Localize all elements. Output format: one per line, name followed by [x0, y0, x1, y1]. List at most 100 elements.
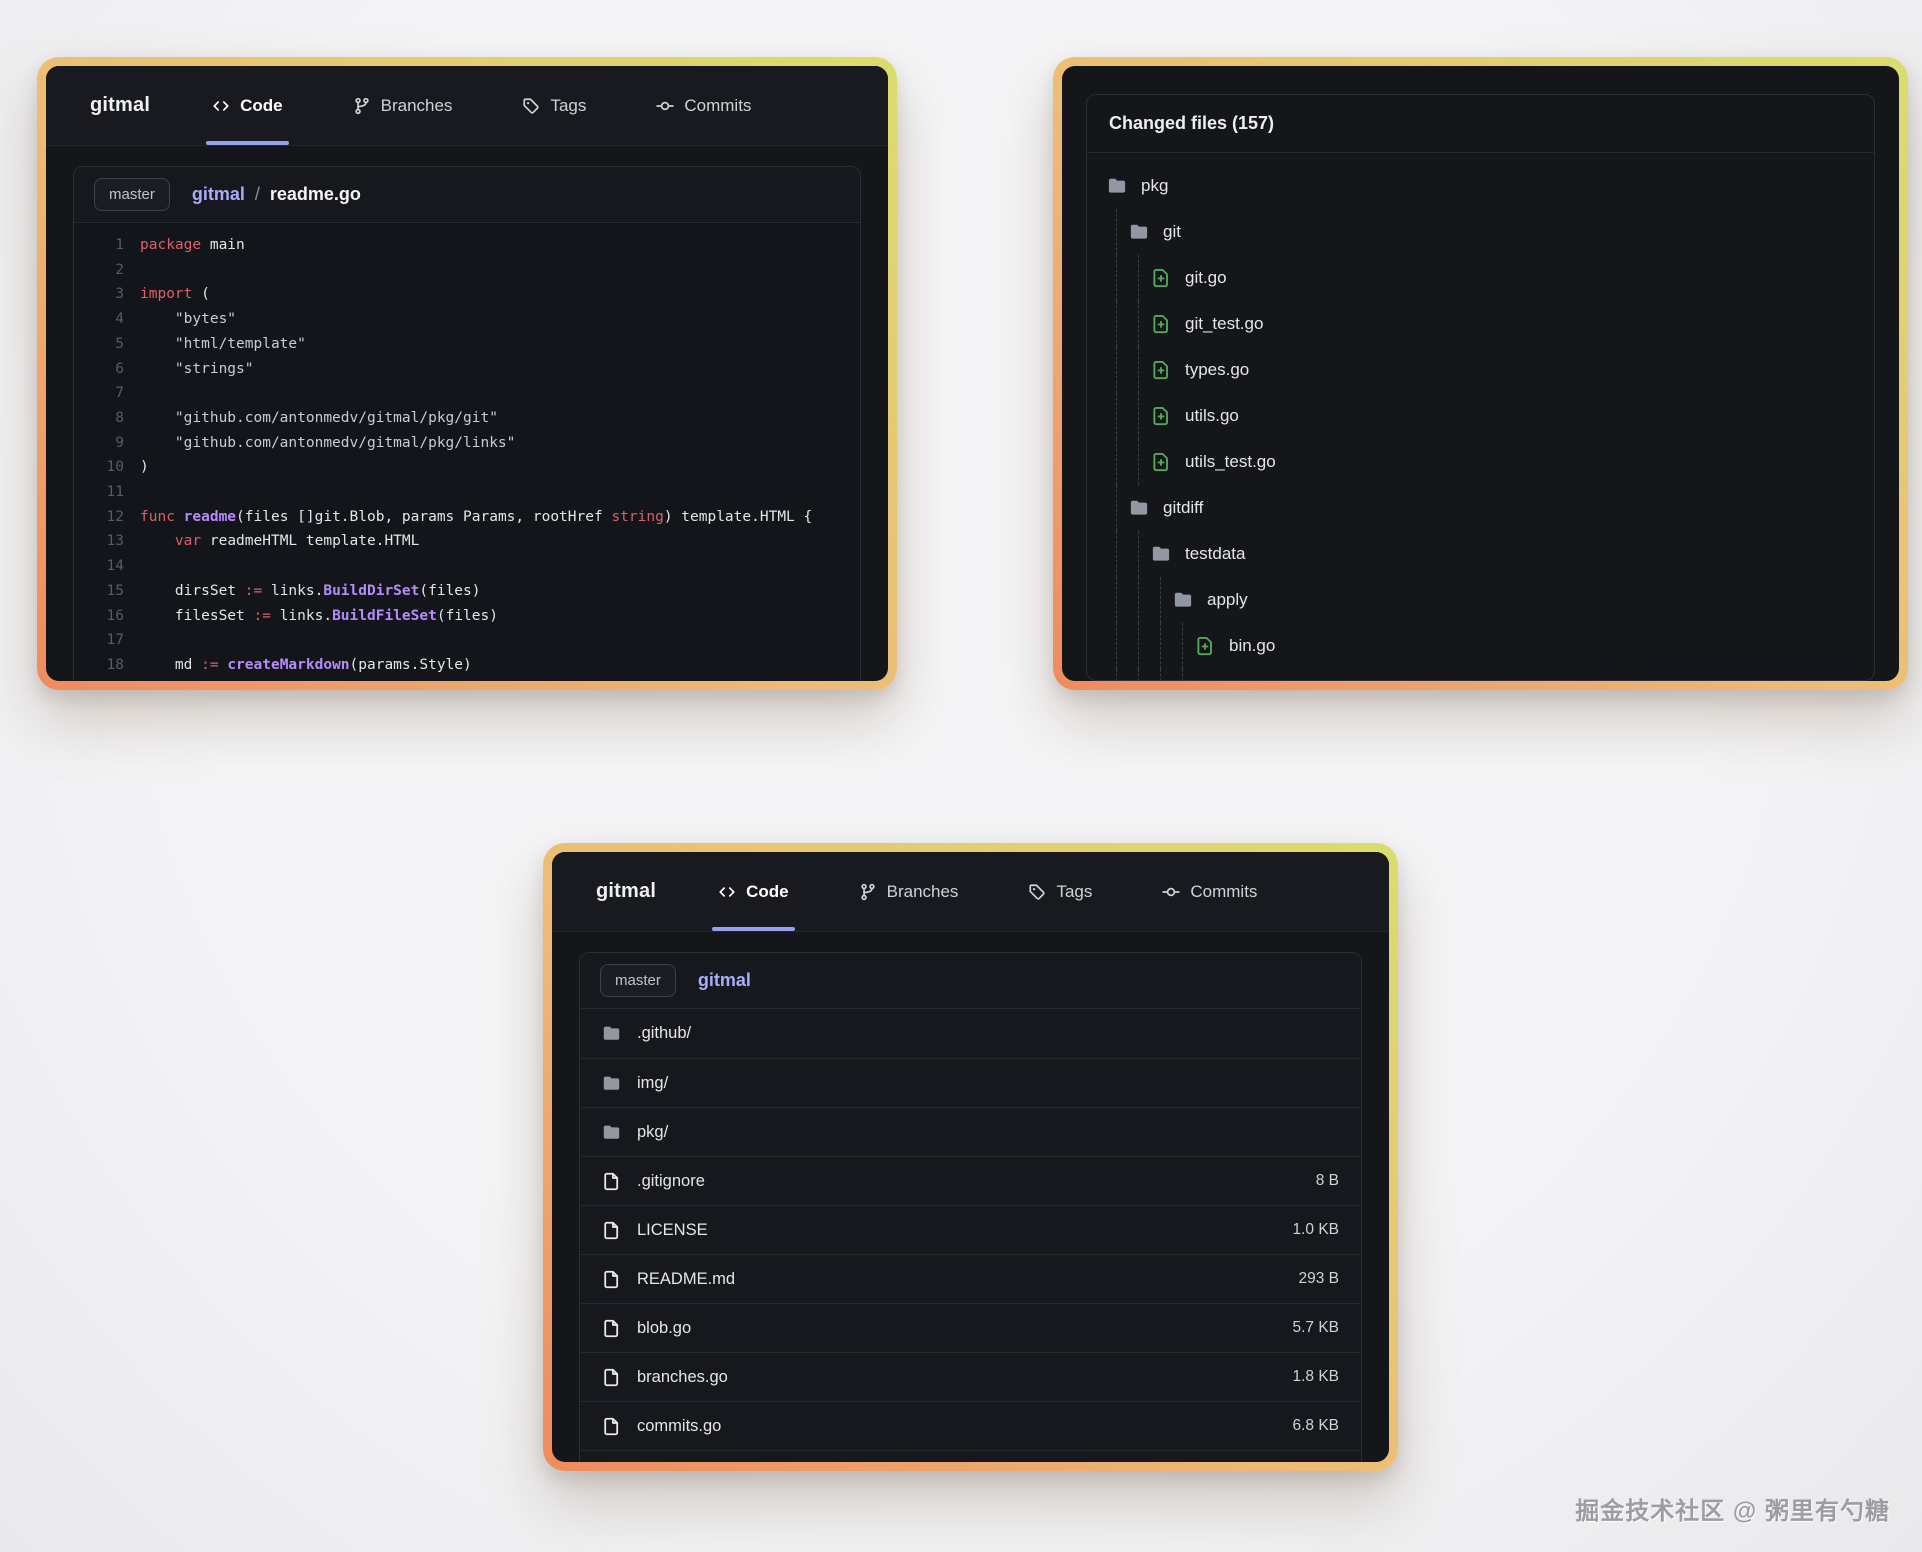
tab-code[interactable]: Code [718, 852, 789, 931]
tree-item[interactable]: bin.go [1107, 623, 1854, 669]
file-row[interactable]: .gitignore8 B [580, 1156, 1361, 1205]
line-content: md := createMarkdown(params.Style) [124, 653, 472, 678]
code-token: filesSet [140, 608, 254, 624]
file-row[interactable]: README.md293 B [580, 1254, 1361, 1303]
line-content: import ( [124, 282, 210, 307]
tree-indent-guide [1129, 347, 1151, 393]
file-name: pkg/ [637, 1123, 668, 1142]
line-content: "bytes" [124, 307, 236, 332]
repo-header: gitmal CodeBranchesTagsCommits [552, 852, 1389, 932]
code-line: 12func readme(files []git.Blob, params P… [74, 505, 860, 530]
code-view: 1package main23import (4 "bytes"5 "html/… [74, 223, 860, 681]
tree-item-label: types.go [1185, 360, 1249, 380]
line-number: 2 [74, 258, 124, 283]
tree-item-label: utils_test.go [1185, 452, 1276, 472]
line-number: 3 [74, 282, 124, 307]
tab-tags[interactable]: Tags [522, 66, 586, 145]
tree-indent-guide [1129, 531, 1151, 577]
branch-badge[interactable]: master [600, 964, 676, 997]
file-row[interactable]: branches.go1.8 KB [580, 1352, 1361, 1401]
folder-icon [1129, 498, 1149, 518]
tab-commits[interactable]: Commits [1162, 852, 1257, 931]
repo-header: gitmal CodeBranchesTagsCommits [46, 66, 888, 146]
repo-tabs: Code Branches Tags Commits [718, 852, 1257, 931]
line-number: 15 [74, 579, 124, 604]
commit-icon [656, 97, 674, 115]
code-token: links. [262, 583, 323, 599]
line-number: 12 [74, 505, 124, 530]
file-size: 293 B [1298, 1270, 1339, 1288]
file-row[interactable]: LICENSE1.0 KB [580, 1205, 1361, 1254]
file-name: .github/ [637, 1024, 691, 1043]
breadcrumb-repo-link[interactable]: gitmal [192, 184, 245, 205]
branch-icon [353, 97, 371, 115]
line-number: 19 [74, 678, 124, 681]
code-token: "github.com/antonmedv/gitmal/pkg/git" [175, 410, 498, 426]
commit-icon [1162, 883, 1180, 901]
tab-label: Commits [684, 96, 751, 116]
tab-label: Branches [887, 882, 959, 902]
tree-indent-guide [1107, 577, 1129, 623]
breadcrumb-separator: / [255, 184, 260, 205]
branch-badge[interactable]: master [94, 178, 170, 211]
breadcrumb: master gitmal [580, 953, 1361, 1009]
tree-item[interactable]: apply [1107, 577, 1854, 623]
tree-item-label: pkg [1141, 176, 1168, 196]
repo-files-body: master gitmal .github/img/pkg/ .gitignore… [552, 932, 1389, 1462]
tab-branches[interactable]: Branches [353, 66, 453, 145]
tree-item[interactable]: gitdiff [1107, 485, 1854, 531]
code-token: readmeHTML template.HTML [201, 533, 419, 549]
line-content [124, 258, 140, 283]
tree-item[interactable]: utils.go [1107, 393, 1854, 439]
tree-item[interactable]: git [1107, 209, 1854, 255]
tab-label: Code [746, 882, 789, 902]
file-added-icon [1151, 452, 1171, 472]
code-line: 4 "bytes" [74, 307, 860, 332]
code-token: := [245, 583, 262, 599]
code-token: readme [184, 509, 236, 525]
code-token: (files []git.Blob, params Params, rootHr… [236, 509, 611, 525]
line-content: var readmeHTML template.HTML [124, 529, 419, 554]
line-content: dirsSet := links.BuildDirSet(files) [124, 579, 480, 604]
folder-icon [602, 1074, 621, 1093]
tab-branches[interactable]: Branches [859, 852, 959, 931]
tree-indent-guide [1107, 439, 1129, 485]
tree-indent-guide [1107, 347, 1129, 393]
tree-item[interactable]: git.go [1107, 255, 1854, 301]
code-token [140, 361, 175, 377]
file-name: LICENSE [637, 1221, 708, 1240]
tree-item[interactable]: utils_test.go [1107, 439, 1854, 485]
tree-item[interactable]: git_test.go [1107, 301, 1854, 347]
tree-item[interactable]: pkg [1107, 163, 1854, 209]
file-row[interactable]: img/ [580, 1058, 1361, 1107]
file-list-card: master gitmal .github/img/pkg/ .gitignore… [579, 952, 1362, 1462]
tab-tags[interactable]: Tags [1028, 852, 1092, 931]
tree-item[interactable]: bin_test.go [1107, 669, 1854, 681]
tree-item[interactable]: testdata [1107, 531, 1854, 577]
breadcrumb-repo-link[interactable]: gitmal [698, 970, 751, 991]
tree-item[interactable]: types.go [1107, 347, 1854, 393]
tree-indent-guide [1129, 577, 1151, 623]
code-line: 17 [74, 628, 860, 653]
line-number: 9 [74, 431, 124, 456]
tab-commits[interactable]: Commits [656, 66, 751, 145]
code-token [219, 657, 228, 673]
tree-item-label: gitdiff [1163, 498, 1203, 518]
tree-indent-guide [1173, 669, 1195, 681]
file-row[interactable]: .github/ [580, 1009, 1361, 1058]
line-number: 13 [74, 529, 124, 554]
line-number: 10 [74, 455, 124, 480]
line-content: filesSet := links.BuildFileSet(files) [124, 604, 498, 629]
tree-indent-guide [1107, 255, 1129, 301]
file-row[interactable]: pkg/ [580, 1107, 1361, 1156]
code-line: 18 md := createMarkdown(params.Style) [74, 653, 860, 678]
tab-code[interactable]: Code [212, 66, 283, 145]
file-row[interactable]: commits.go6.8 KB [580, 1401, 1361, 1450]
file-row[interactable]: files.go [580, 1450, 1361, 1462]
line-number: 8 [74, 406, 124, 431]
file-tree: pkg gitgit.gogit_test.go types.go utils.go u… [1087, 153, 1874, 681]
code-token: var [175, 533, 201, 549]
line-content: package main [124, 233, 245, 258]
line-content: ) [124, 455, 149, 480]
file-row[interactable]: blob.go5.7 KB [580, 1303, 1361, 1352]
